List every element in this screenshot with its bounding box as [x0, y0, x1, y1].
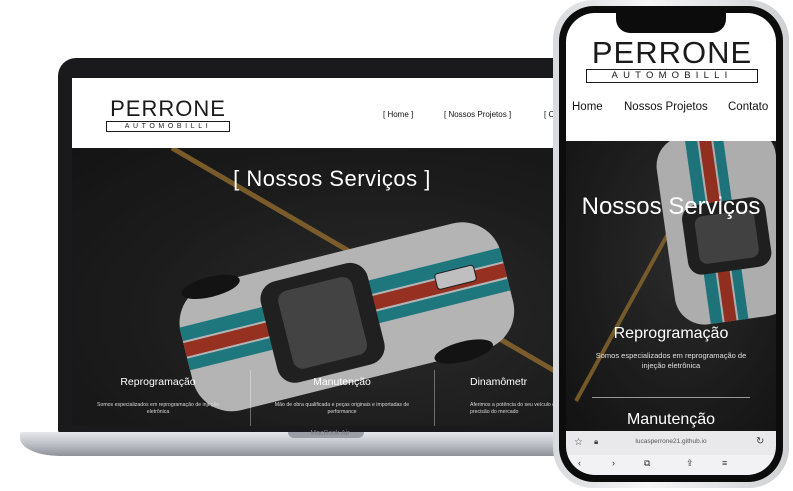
service-desc: Somos especializados em reprogramação de… — [595, 351, 747, 370]
nav-home-link[interactable]: Home — [572, 101, 603, 113]
reload-icon[interactable]: ↻ — [756, 437, 764, 447]
url-text[interactable]: lucasperrone21.github.io — [616, 438, 726, 445]
logo-title: PERRONE — [110, 96, 226, 121]
phone-logo[interactable]: PERRONE AUTOMOBILLI — [586, 37, 758, 83]
service-title: Reprogramação — [120, 376, 196, 388]
hero-title: Nossos Serviços — [581, 193, 761, 220]
service-divider — [434, 370, 435, 426]
nav-projects-link[interactable]: Nossos Projetos — [624, 101, 708, 113]
service-card-reprogramacao[interactable]: Reprogramação Somos especializados em re… — [92, 376, 224, 416]
service-desc: Mão de obra qualificada e peças originai… — [274, 402, 410, 416]
logo-title: PERRONE — [591, 35, 753, 70]
service-card-manutencao[interactable]: Manutenção Mão de obra qualificada e peç… — [272, 376, 412, 416]
hero-car-photo — [566, 141, 776, 431]
nav-projects-link[interactable]: [ Nossos Projetos ] — [444, 110, 511, 119]
logo-subtitle: AUTOMOBILLI — [106, 121, 230, 132]
laptop-brand-label: MacBook Air — [310, 430, 350, 437]
forward-icon[interactable]: › — [612, 459, 615, 468]
share-icon[interactable]: ⇪ — [686, 459, 694, 468]
phone-notch — [616, 13, 726, 33]
service-title: Reprogramação — [613, 325, 729, 342]
logo-subtitle: AUTOMOBILLI — [586, 69, 758, 83]
hero-title: [ Nossos Serviços ] — [233, 166, 431, 191]
laptop-screen: PERRONE AUTOMOBILLI [ Home ] [ Nossos Pr… — [72, 78, 584, 426]
service-desc: Somos especializados em reprogramação de… — [97, 402, 219, 416]
browser-url-bar[interactable]: ☆ 🔒︎ lucasperrone21.github.io ↻ — [566, 431, 776, 455]
nav-home-link[interactable]: [ Home ] — [383, 110, 413, 119]
service-title-next: Manutenção — [626, 411, 716, 428]
service-title: Manutenção — [313, 376, 371, 388]
back-icon[interactable]: ‹ — [578, 459, 581, 468]
lock-icon: 🔒︎ — [594, 437, 599, 446]
phone-hero: Nossos Serviços Reprogramação Somos espe… — [566, 141, 776, 431]
laptop-hero: [ Nossos Serviços ] Reprogramação Somos … — [72, 148, 584, 426]
menu-icon[interactable]: ≡ — [722, 459, 727, 468]
laptop-navbar: PERRONE AUTOMOBILLI [ Home ] [ Nossos Pr… — [72, 78, 584, 148]
tabs-icon[interactable]: ⧉ — [644, 459, 650, 468]
service-divider — [250, 370, 251, 426]
laptop-logo[interactable]: PERRONE AUTOMOBILLI — [106, 98, 230, 132]
star-icon[interactable]: ☆ — [574, 438, 583, 448]
service-divider — [592, 397, 750, 398]
browser-toolbar: ‹ › ⧉ ⇪ ≡ — [566, 455, 776, 475]
nav-contact-link[interactable]: Contato — [728, 101, 768, 113]
phone-screen: PERRONE AUTOMOBILLI Home Nossos Projetos… — [566, 13, 776, 475]
